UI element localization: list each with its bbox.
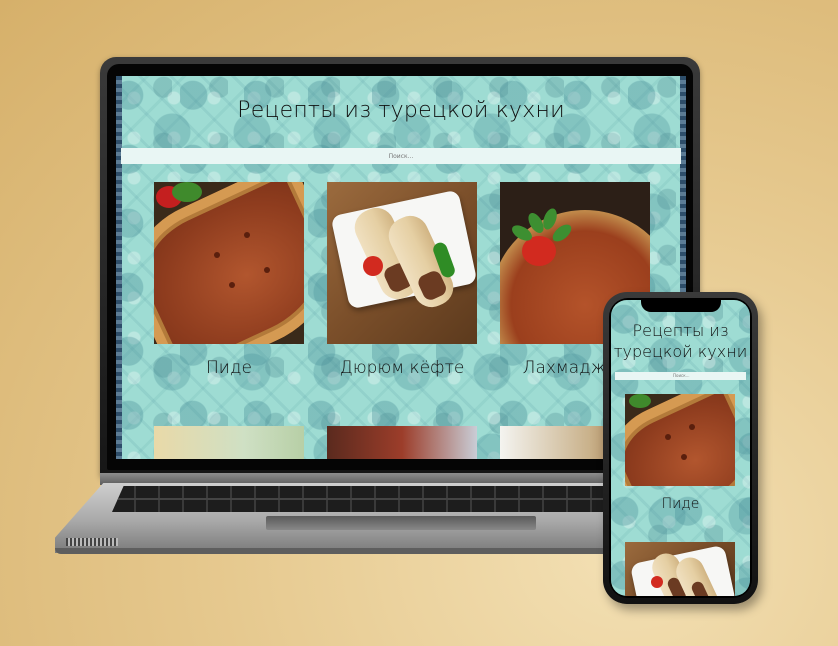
laptop-touchpad (266, 516, 536, 530)
phone-screen: Рецепты из турецкой кухни Поиск... Пиде (611, 300, 750, 596)
search-input[interactable] (121, 148, 681, 164)
recipe-card-durum-kofte[interactable]: Дюрюм кёфте (327, 182, 477, 378)
recipe-card-row2-1[interactable] (154, 426, 304, 459)
page-title: Рецепты из турецкой кухни (237, 98, 565, 123)
recipe-title[interactable]: Пиде (154, 358, 304, 378)
page-title-line1: Рецепты из (632, 321, 729, 340)
recipe-card-pide[interactable]: Пиде (154, 182, 304, 378)
durum-kofte-photo-mobile[interactable] (625, 542, 735, 596)
laptop-screen: Рецепты из турецкой кухни Пиде Дюрюм кёф… (116, 76, 686, 459)
search-input-mobile[interactable]: Поиск... (615, 372, 746, 380)
page-title-line2: турецкой кухни (613, 342, 748, 361)
durum-kofte-photo[interactable] (327, 182, 477, 344)
pattern-border-left (116, 76, 122, 459)
laptop-vent (66, 538, 118, 546)
recipe-card-row2-2[interactable] (327, 426, 477, 459)
pide-photo[interactable] (154, 182, 304, 344)
phone-notch (641, 298, 721, 312)
recipe-title[interactable]: Дюрюм кёфте (327, 358, 477, 378)
pide-photo-mobile[interactable] (625, 394, 735, 486)
recipe-title-mobile[interactable]: Пиде (611, 496, 750, 512)
page-title-mobile: Рецепты из турецкой кухни (611, 320, 750, 362)
